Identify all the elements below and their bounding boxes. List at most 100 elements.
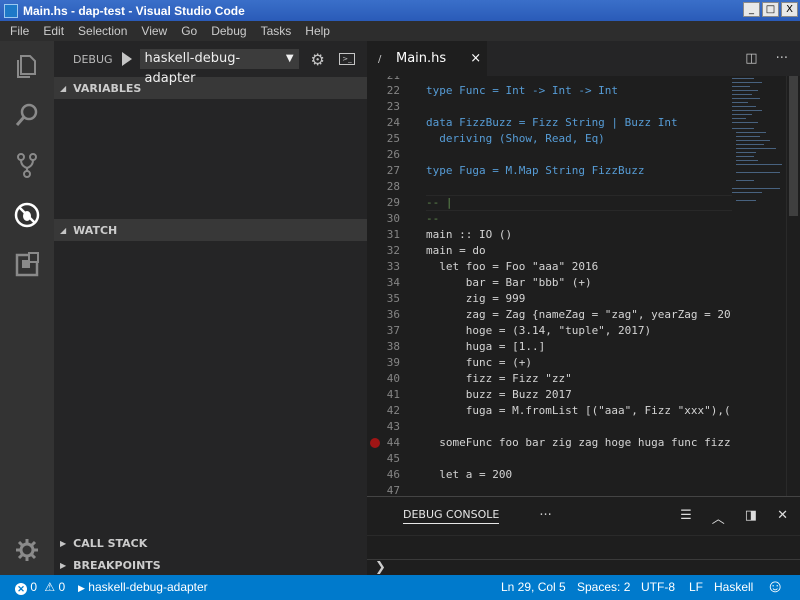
warning-count: 0 xyxy=(58,580,66,594)
tab-main-hs[interactable]: / Main.hs × xyxy=(367,41,487,76)
line-number: 46 xyxy=(386,468,400,481)
debug-config-select[interactable]: haskell-debug-adapter ▼ xyxy=(139,49,299,86)
cursor-position[interactable]: Ln 29, Col 5 xyxy=(501,580,566,594)
debug-title: DEBUG xyxy=(73,52,113,66)
warning-icon: ⚠ xyxy=(44,580,56,594)
source-control-icon[interactable] xyxy=(12,150,42,180)
debug-icon[interactable] xyxy=(12,200,42,230)
editor-scrollbar[interactable] xyxy=(786,76,800,496)
encoding[interactable]: UTF-8 xyxy=(641,580,675,594)
window-controls: _ □ X xyxy=(743,2,798,17)
file-icon: / xyxy=(378,53,382,65)
menu-edit[interactable]: Edit xyxy=(36,24,71,38)
open-console-icon[interactable]: >_ xyxy=(338,53,355,65)
repl-input[interactable]: ❯ xyxy=(367,559,800,576)
line-number: 45 xyxy=(386,452,400,465)
line-number: 24 xyxy=(386,116,400,129)
call-stack-section-header[interactable]: ▶ CALL STACK xyxy=(54,532,367,554)
code-line-30: -- xyxy=(426,212,440,225)
line-number: 36 xyxy=(386,308,400,321)
menu-tasks[interactable]: Tasks xyxy=(254,24,299,38)
language-mode[interactable]: Haskell xyxy=(714,580,753,594)
watch-section-header[interactable]: ◢ WATCH xyxy=(54,219,367,241)
feedback-smiley-icon[interactable]: ☺ xyxy=(766,576,784,597)
menu-file[interactable]: File xyxy=(3,24,36,38)
clear-console-icon[interactable]: ☰ xyxy=(680,508,692,527)
breakpoints-section-title: BREAKPOINTS xyxy=(73,558,161,572)
line-number: 27 xyxy=(386,164,400,177)
expanded-arrow-icon: ◢ xyxy=(60,83,67,93)
close-button[interactable]: X xyxy=(781,2,798,17)
toggle-panel-layout-icon[interactable]: ◨ xyxy=(745,508,757,527)
code-line-46: let a = 200 xyxy=(426,468,513,481)
collapsed-arrow-icon: ▶ xyxy=(60,560,67,570)
menu-view[interactable]: View xyxy=(134,24,174,38)
debug-settings-gear-icon[interactable]: ⚙ xyxy=(311,50,325,69)
line-number: 28 xyxy=(386,180,400,193)
watch-section-body xyxy=(54,241,367,532)
repl-prompt-icon: ❯ xyxy=(375,560,386,575)
code-line-36: zag = Zag {nameZag = "zag", yearZag = 20… xyxy=(426,308,751,321)
tab-debug-console[interactable]: DEBUG CONSOLE xyxy=(403,508,500,524)
line-number: 22 xyxy=(386,84,400,97)
chevron-down-icon: ▼ xyxy=(285,53,294,64)
line-number: 47 xyxy=(386,484,400,496)
indentation[interactable]: Spaces: 2 xyxy=(577,580,630,594)
scrollbar-thumb[interactable] xyxy=(789,76,798,216)
menu-selection[interactable]: Selection xyxy=(71,24,134,38)
debug-config-status[interactable]: ▶ haskell-debug-adapter xyxy=(78,580,208,594)
panel-header: DEBUG CONSOLE ··· ☰ ︿ ◨ ✕ xyxy=(367,497,800,534)
line-number: 29 xyxy=(386,196,400,209)
collapsed-arrow-icon: ▶ xyxy=(60,538,67,548)
extensions-icon[interactable] xyxy=(12,250,42,280)
panel-more-icon[interactable]: ··· xyxy=(539,508,551,523)
minimize-button[interactable]: _ xyxy=(743,2,760,17)
explorer-icon[interactable] xyxy=(12,51,42,81)
code-line-31: main :: IO () xyxy=(426,228,513,241)
debug-config-status-label: haskell-debug-adapter xyxy=(88,580,208,594)
more-actions-icon[interactable]: ··· xyxy=(776,51,788,66)
line-number: 26 xyxy=(386,148,400,161)
window-title: Main.hs - dap-test - Visual Studio Code xyxy=(23,3,245,18)
menu-bar: File Edit Selection View Go Debug Tasks … xyxy=(0,21,800,41)
problems-indicator[interactable]: ✕ 0 ⚠ 0 xyxy=(15,580,65,595)
close-panel-icon[interactable]: ✕ xyxy=(777,508,788,527)
line-number: 37 xyxy=(386,324,400,337)
settings-gear-icon[interactable] xyxy=(12,535,42,565)
variables-section-header[interactable]: ◢ VARIABLES xyxy=(54,77,367,99)
end-of-line[interactable]: LF xyxy=(689,580,703,594)
editor-tabs: / Main.hs × ◫ ··· xyxy=(367,41,800,76)
code-editor[interactable]: 21 22type Func = Int -> Int -> Int 23 24… xyxy=(367,76,800,496)
line-number: 39 xyxy=(386,356,400,369)
code-line-27: type Fuga = M.Map String FizzBuzz xyxy=(426,164,645,177)
menu-go[interactable]: Go xyxy=(174,24,204,38)
line-number: 32 xyxy=(386,244,400,257)
watch-section-title: WATCH xyxy=(73,223,118,237)
status-bar: ✕ 0 ⚠ 0 ▶ haskell-debug-adapter Ln 29, C… xyxy=(0,575,800,600)
search-icon[interactable] xyxy=(12,100,42,130)
line-number: 43 xyxy=(386,420,400,433)
line-number: 31 xyxy=(386,228,400,241)
menu-debug[interactable]: Debug xyxy=(204,24,253,38)
tab-close-icon[interactable]: × xyxy=(470,51,481,66)
variables-section-body xyxy=(54,99,367,219)
line-number: 30 xyxy=(386,212,400,225)
expanded-arrow-icon: ◢ xyxy=(60,225,67,235)
variables-section-title: VARIABLES xyxy=(73,81,142,95)
split-editor-icon[interactable]: ◫ xyxy=(745,51,757,66)
panel-divider xyxy=(367,535,800,536)
maximize-button[interactable]: □ xyxy=(762,2,779,17)
editor-actions: ◫ ··· xyxy=(745,51,788,66)
code-line-25: deriving (Show, Read, Eq) xyxy=(426,132,605,145)
minimap[interactable] xyxy=(732,76,786,496)
code-line-34: bar = Bar "bbb" (+) xyxy=(426,276,592,289)
maximize-panel-icon[interactable]: ︿ xyxy=(712,508,725,527)
breakpoints-section-header[interactable]: ▶ BREAKPOINTS xyxy=(54,554,367,576)
vscode-logo-icon xyxy=(4,3,18,18)
start-debugging-icon[interactable] xyxy=(121,52,132,66)
title-bar: Main.hs - dap-test - Visual Studio Code … xyxy=(0,0,800,21)
call-stack-section-title: CALL STACK xyxy=(73,536,148,550)
line-number: 38 xyxy=(386,340,400,353)
line-number: 23 xyxy=(386,100,400,113)
menu-help[interactable]: Help xyxy=(298,24,337,38)
